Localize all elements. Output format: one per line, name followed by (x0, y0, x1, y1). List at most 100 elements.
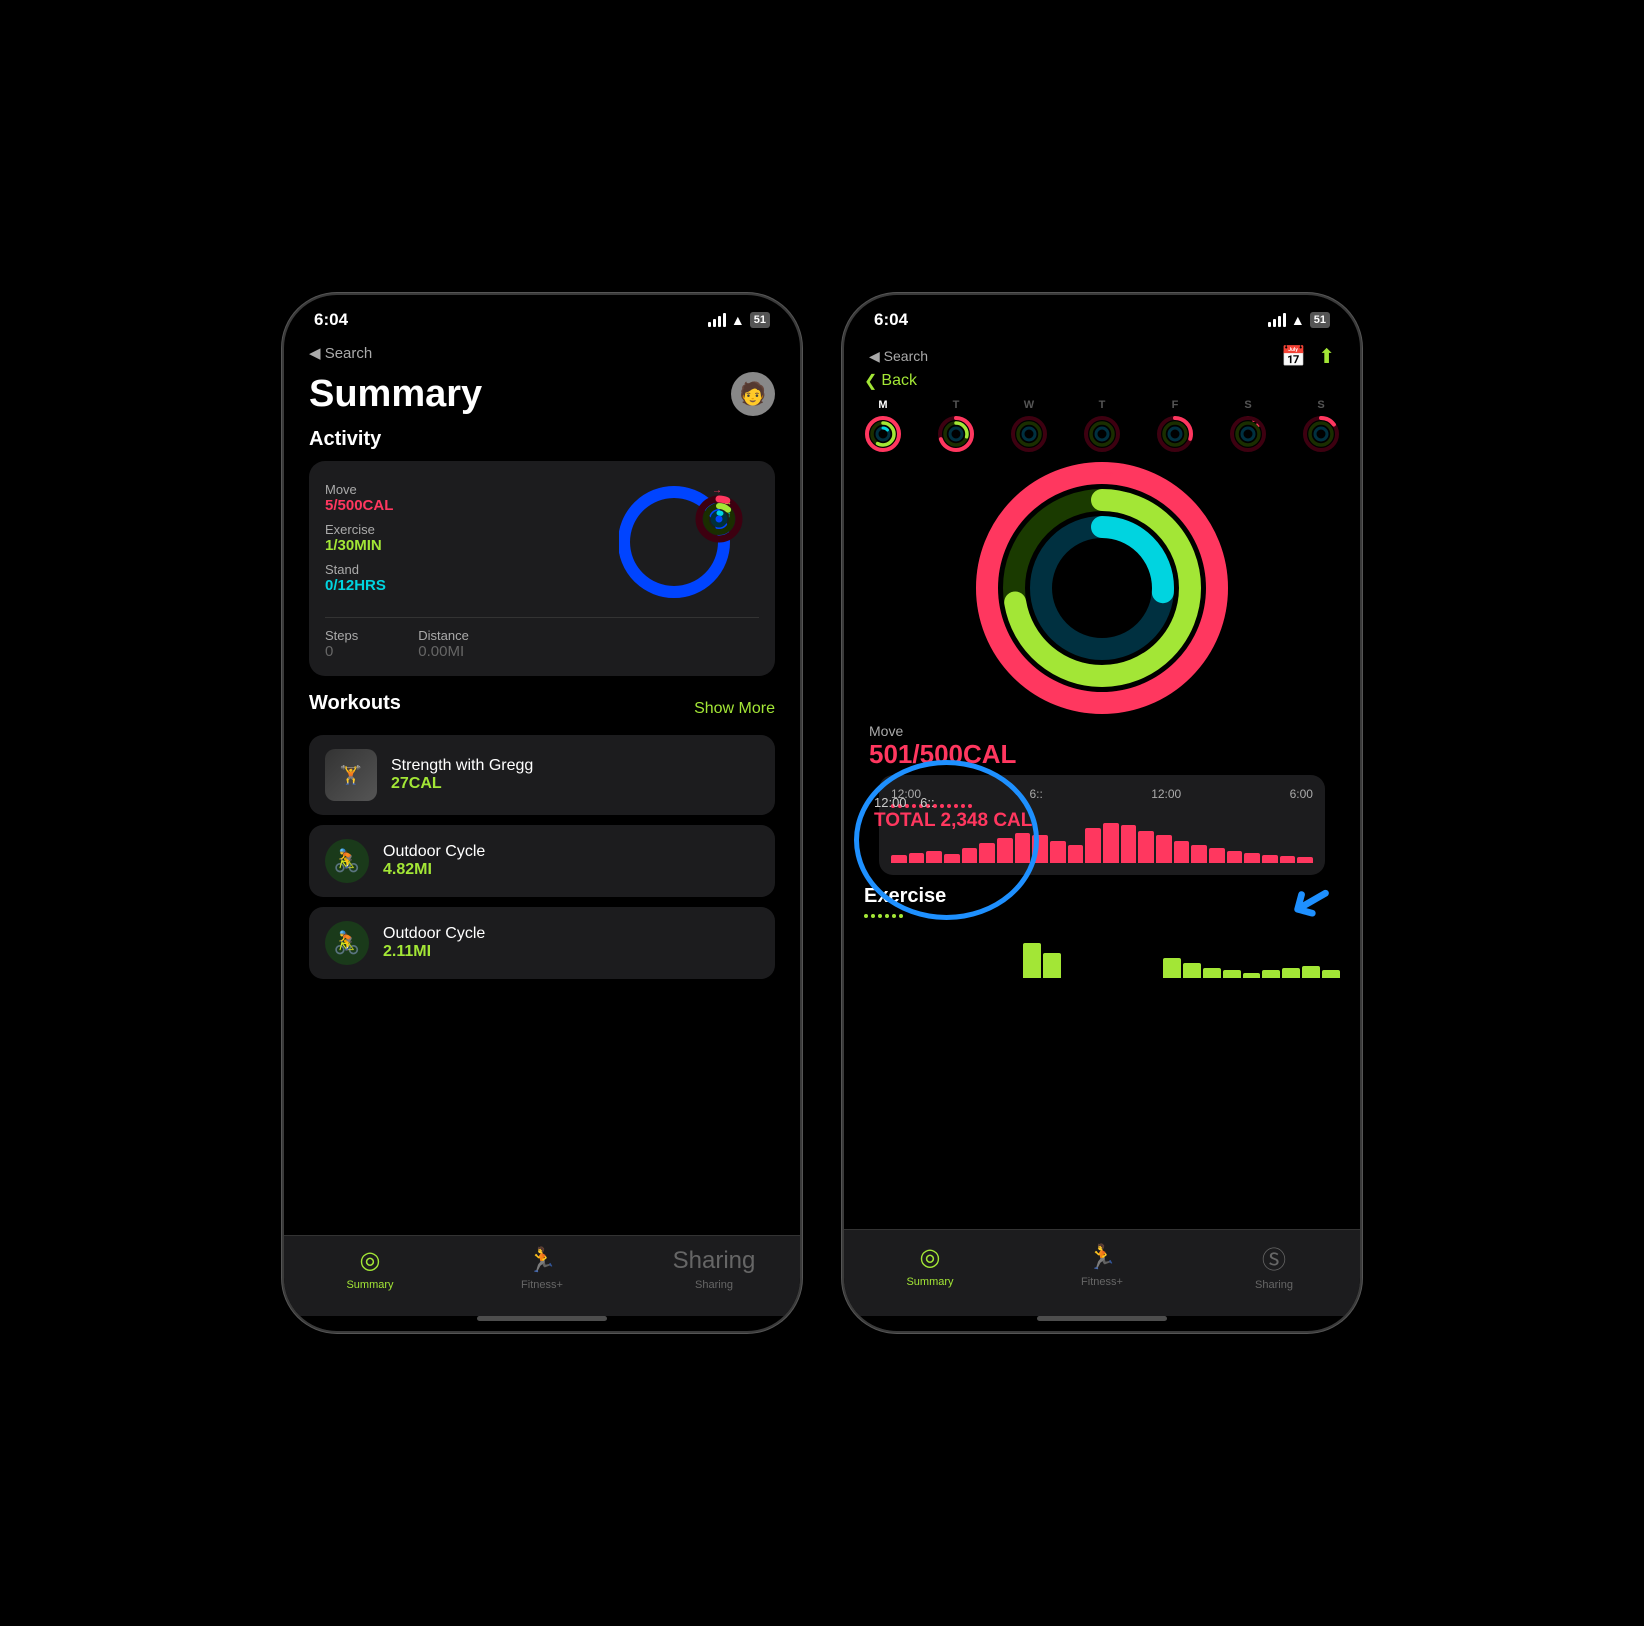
exercise-bar (1243, 973, 1261, 978)
svg-text:↑: ↑ (1124, 519, 1131, 534)
workout-info-1: Strength with Gregg 27CAL (391, 757, 533, 793)
chart-bar (944, 854, 960, 863)
day-saturday[interactable]: S (1229, 399, 1267, 453)
move-stat: Move 5/500CAL (325, 482, 619, 514)
signal-icon-2 (1268, 313, 1286, 327)
exercise-bars (864, 918, 1340, 978)
chart-bar (1050, 841, 1066, 863)
exercise-value: 1/30MIN (325, 537, 619, 554)
day-tuesday[interactable]: T (937, 399, 975, 453)
exercise-bar (1282, 968, 1300, 978)
stand-value: 0/12HRS (325, 577, 619, 594)
move-label: Move (325, 482, 619, 497)
status-icons-2: ▲ 51 (1268, 312, 1330, 328)
workout-card-1[interactable]: 🏋️ Strength with Gregg 27CAL (309, 735, 775, 815)
workouts-section-title: Workouts (309, 692, 401, 715)
day-wednesday[interactable]: W (1010, 399, 1048, 453)
day-monday[interactable]: M (864, 399, 902, 453)
fitness-tab-label-2: Fitness+ (1081, 1276, 1123, 1288)
back-search-1[interactable]: ◀ Search (309, 344, 372, 362)
tab-summary-1[interactable]: ◎ Summary (284, 1246, 456, 1291)
exercise-bar (1302, 966, 1320, 978)
calendar-icon[interactable]: 📅 (1281, 344, 1306, 369)
chevron-left-icon: ❮ (864, 371, 877, 391)
chart-bar (1138, 831, 1154, 863)
chart-right-start: 12:00 (1151, 787, 1181, 801)
tab-sharing-2[interactable]: Ⓢ Sharing (1188, 1240, 1360, 1291)
fitness-tab-label: Fitness+ (521, 1279, 563, 1291)
day-friday[interactable]: F (1156, 399, 1194, 453)
back-button[interactable]: ❮ Back (864, 371, 1340, 391)
steps-label: Steps (325, 628, 358, 643)
workout-info-3: Outdoor Cycle 2.11MI (383, 925, 485, 961)
tab-bar-2: ◎ Summary 🏃 Fitness+ Ⓢ Sharing (844, 1229, 1360, 1316)
phone2-nav: ◀ Search 📅 ⬆ (844, 339, 1360, 369)
steps-item: Steps 0 (325, 628, 358, 660)
home-indicator-2 (1037, 1316, 1167, 1321)
tab-fitness-1[interactable]: 🏃 Fitness+ (456, 1246, 628, 1291)
exercise-bar (1223, 970, 1241, 978)
fitness-tab-icon: 🏃 (527, 1246, 557, 1275)
svg-text:↑: ↑ (727, 510, 731, 519)
back-search-2: ◀ Search (869, 348, 928, 365)
avatar[interactable]: 🧑 (731, 372, 775, 416)
tab-fitness-2[interactable]: 🏃 Fitness+ (1016, 1243, 1188, 1288)
stand-label: Stand (325, 562, 619, 577)
chart-bar (979, 843, 995, 863)
day-label-t2: T (1099, 399, 1106, 411)
chart-right-end: 6:00 (1290, 787, 1313, 801)
activity-row: Move 5/500CAL Exercise 1/30MIN Stand 0/1… (325, 477, 759, 607)
home-indicator-1 (477, 1316, 607, 1321)
time-2: 6:04 (874, 310, 908, 330)
workout-thumb: 🏋️ (325, 749, 377, 801)
workout-name-2: Outdoor Cycle (383, 843, 485, 861)
phone1-main: Summary 🧑 Activity Move 5/500CAL Exer (284, 362, 800, 1235)
chart-container: 12:00 6:: 12:00 6:00 (859, 775, 1345, 875)
screenshot-container: 6:04 ▲ 51 ◀ Search (0, 0, 1644, 1626)
chart-bar (1068, 845, 1084, 863)
share-icon[interactable]: ⬆ (1318, 344, 1335, 369)
activity-section-title: Activity (309, 428, 775, 451)
svg-text:→: → (712, 485, 722, 496)
tab-summary-2[interactable]: ◎ Summary (844, 1243, 1016, 1288)
time-1: 6:04 (314, 310, 348, 330)
show-more-button[interactable]: Show More (694, 700, 775, 718)
exercise-title: Exercise (864, 885, 1340, 908)
chart-bar (1297, 857, 1313, 863)
phone-1: 6:04 ▲ 51 ◀ Search (282, 293, 802, 1333)
workout-dist-3: 2.11MI (383, 943, 485, 961)
workout-card-3[interactable]: 🚴 Outdoor Cycle 2.11MI (309, 907, 775, 979)
day-thursday[interactable]: T (1083, 399, 1121, 453)
chart-bar (1191, 845, 1207, 863)
chart-bar (1209, 848, 1225, 863)
phone2-main: → →→ ↑ Move 5 (844, 453, 1360, 1229)
tooltip-total: TOTAL 2,348 CAL (874, 810, 1032, 832)
exercise-bar (1163, 958, 1181, 978)
workout-name-3: Outdoor Cycle (383, 925, 485, 943)
steps-distance: Steps 0 Distance 0.00MI (325, 617, 759, 660)
exercise-bar (1322, 970, 1340, 978)
bike-icon-1: 🚴 (325, 839, 369, 883)
activity-stats: Move 5/500CAL Exercise 1/30MIN Stand 0/1… (325, 482, 619, 602)
workout-card-2[interactable]: 🚴 Outdoor Cycle 4.82MI (309, 825, 775, 897)
exercise-bar (1262, 970, 1280, 978)
chart-bar (1121, 825, 1137, 863)
exercise-bar (1183, 963, 1201, 978)
status-icons-1: ▲ 51 (708, 312, 770, 328)
chart-bar (909, 853, 925, 863)
summary-tab-label: Summary (346, 1279, 393, 1291)
status-bar-1: 6:04 ▲ 51 (284, 295, 800, 339)
day-label-w: W (1024, 399, 1034, 411)
bike-icon-2: 🚴 (325, 921, 369, 965)
exercise-bar (1023, 943, 1041, 978)
day-sunday[interactable]: S (1302, 399, 1340, 453)
exercise-stat: Exercise 1/30MIN (325, 522, 619, 554)
chart-bar (1244, 853, 1260, 863)
week-days: M T (844, 391, 1360, 453)
sharing-tab-icon: Sharing (673, 1247, 756, 1275)
phone1-nav: ◀ Search (284, 339, 800, 362)
large-rings-wrapper: → →→ ↑ (844, 458, 1360, 718)
move-info: Move 501/500CAL (844, 723, 1360, 770)
battery-icon: 51 (750, 312, 770, 328)
tab-sharing-1[interactable]: Sharing Sharing (628, 1247, 800, 1291)
